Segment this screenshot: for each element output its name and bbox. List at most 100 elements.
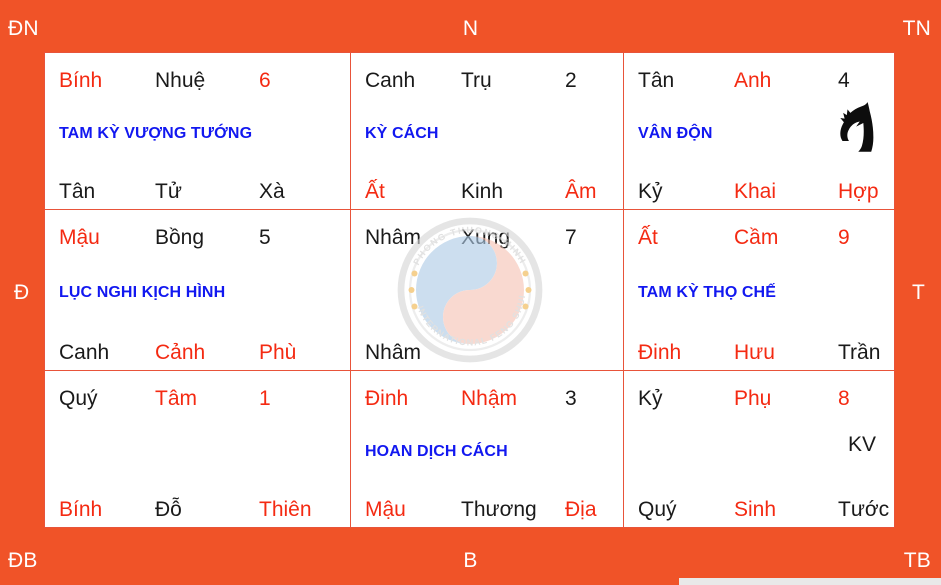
palace-top-row: Nhâm Xung 7: [351, 220, 623, 260]
pattern-label: LỤC NGHI KỊCH HÌNH: [59, 284, 226, 301]
palace-cell[interactable]: Tân Anh 4 VÂN ĐỘN Kỷ Khai Hợp: [624, 53, 894, 210]
nine-star: Bồng: [155, 226, 205, 249]
heaven-stem: Canh: [365, 69, 416, 92]
earth-stem: Quý: [638, 497, 677, 521]
palace-number: 6: [259, 69, 271, 92]
palace-number: 8: [838, 387, 850, 410]
palace-bottom-row: Nhâm: [351, 326, 623, 370]
nine-star: Trụ: [461, 69, 492, 92]
palace-top-row: Kỷ Phụ 8: [624, 381, 894, 421]
eight-door: Thương: [461, 497, 537, 521]
earth-stem: Ất: [365, 179, 385, 203]
chart-panel: Bính Nhuệ 6 TAM KỲ VƯỢNG TƯỚNG Tân Tử Xà Canh Tr…: [44, 52, 895, 528]
palace-cell[interactable]: Ất Cầm 9 TAM KỲ THỌ CHẾ Đinh Hưu Trần: [624, 210, 894, 371]
eight-spirit: Phù: [259, 340, 297, 364]
palace-number: 1: [259, 387, 271, 410]
nine-star: Phụ: [734, 387, 772, 410]
palace-top-row: Canh Trụ 2: [351, 63, 623, 103]
palace-number: 7: [565, 226, 577, 249]
palace-cell[interactable]: Mậu Bồng 5 LỤC NGHI KỊCH HÌNH Canh Cảnh Phù: [45, 210, 351, 371]
palace-middle-row: TAM KỲ THỌ CHẾ: [624, 273, 894, 313]
eight-door: Hưu: [734, 340, 775, 364]
palace-number: 9: [838, 226, 850, 249]
pattern-label: HOAN DỊCH CÁCH: [365, 443, 508, 460]
palace-bottom-row: Ất Kinh Âm: [351, 165, 623, 209]
direction-label-east: Đ: [14, 281, 30, 304]
earth-stem: Đinh: [638, 340, 682, 364]
palace-cell[interactable]: Kỷ Phụ 8 Quý Sinh Tước KV: [624, 371, 894, 527]
earth-stem: Bính: [59, 497, 103, 521]
palace-grid: Bính Nhuệ 6 TAM KỲ VƯỢNG TƯỚNG Tân Tử Xà Canh Tr…: [45, 53, 894, 527]
palace-middle-row: TAM KỲ VƯỢNG TƯỚNG: [45, 114, 350, 154]
nine-star: Anh: [734, 69, 772, 92]
palace-cell[interactable]: Nhâm Xung 7 Nhâm: [351, 210, 624, 371]
heaven-stem: Đinh: [365, 387, 409, 410]
palace-middle-row: KỲ CÁCH: [351, 114, 623, 154]
palace-number: 2: [565, 69, 577, 92]
eight-spirit: Thiên: [259, 497, 312, 521]
palace-bottom-row: Bính Đỗ Thiên: [45, 483, 350, 527]
pattern-label: KỲ CÁCH: [365, 125, 439, 142]
palace-top-row: Quý Tâm 1: [45, 381, 350, 421]
palace-middle-row: [45, 432, 350, 472]
direction-label-west: T: [911, 281, 925, 304]
eight-door: Sinh: [734, 497, 777, 521]
eight-door: Tử: [155, 179, 182, 203]
eight-door: Kinh: [461, 179, 504, 203]
palace-top-row: Bính Nhuệ 6: [45, 63, 350, 103]
eight-spirit: Địa: [565, 497, 597, 521]
earth-stem: Nhâm: [365, 340, 422, 364]
nine-star: Nhuệ: [155, 69, 206, 92]
palace-bottom-row: Tân Tử Xà: [45, 165, 350, 209]
palace-middle-row: HOAN DỊCH CÁCH: [351, 432, 623, 472]
earth-stem: Mậu: [365, 497, 406, 521]
palace-bottom-row: Canh Cảnh Phù: [45, 326, 350, 370]
nine-star: Tâm: [155, 387, 197, 410]
heaven-stem: Ất: [638, 226, 658, 249]
pattern-label: VÂN ĐỘN: [638, 125, 713, 142]
eight-spirit: Trần: [838, 340, 881, 364]
direction-label-north: B: [463, 549, 478, 572]
bottom-strip: [679, 578, 941, 585]
palace-bottom-row: Mậu Thương Địa: [351, 483, 623, 527]
palace-bottom-row: Quý Sinh Tước: [624, 483, 894, 527]
pattern-label: TAM KỲ THỌ CHẾ: [638, 284, 776, 301]
direction-label-southwest: TN: [902, 17, 931, 40]
nine-star: Cầm: [734, 226, 779, 249]
eight-door: Khai: [734, 179, 777, 203]
palace-number: 4: [838, 69, 850, 92]
heaven-stem: Kỷ: [638, 387, 663, 410]
heaven-stem: Quý: [59, 387, 98, 410]
palace-number: 3: [565, 387, 577, 410]
palace-bottom-row: Đinh Hưu Trần: [624, 326, 894, 370]
palace-top-row: Ất Cầm 9: [624, 220, 894, 260]
eight-spirit: Xà: [259, 179, 285, 203]
eight-door: Cảnh: [155, 340, 206, 364]
palace-cell[interactable]: Canh Trụ 2 KỲ CÁCH Ất Kinh Âm: [351, 53, 624, 210]
horse-head-icon: [840, 102, 874, 152]
qimen-chart-page: ĐN N TN Đ T ĐB B TB Bính Nhuệ 6 TAM KỲ VƯỢN…: [0, 0, 941, 585]
earth-stem: Tân: [59, 179, 96, 203]
kv-marker: KV: [847, 433, 876, 456]
heaven-stem: Bính: [59, 69, 103, 92]
palace-middle-row: LỤC NGHI KỊCH HÌNH: [45, 273, 350, 313]
eight-spirit: Tước: [838, 497, 890, 521]
palace-middle-row: [351, 273, 623, 313]
eight-spirit: Âm: [565, 179, 597, 203]
earth-stem: Canh: [59, 340, 110, 364]
palace-cell[interactable]: Bính Nhuệ 6 TAM KỲ VƯỢNG TƯỚNG Tân Tử Xà: [45, 53, 351, 210]
eight-door: Đỗ: [155, 497, 182, 521]
pattern-label: TAM KỲ VƯỢNG TƯỚNG: [59, 125, 253, 142]
palace-bottom-row: Kỷ Khai Hợp: [624, 165, 894, 209]
palace-cell[interactable]: Quý Tâm 1 Bính Đỗ Thiên: [45, 371, 351, 527]
palace-cell[interactable]: Đinh Nhậm 3 HOAN DỊCH CÁCH Mậu Thương Địa: [351, 371, 624, 527]
heaven-stem: Tân: [638, 69, 675, 92]
direction-label-northwest: TB: [903, 549, 931, 572]
heaven-stem: Mậu: [59, 226, 100, 249]
palace-top-row: Tân Anh 4: [624, 63, 894, 103]
palace-top-row: Mậu Bồng 5: [45, 220, 350, 260]
earth-stem: Kỷ: [638, 179, 663, 203]
nine-star: Nhậm: [461, 387, 518, 410]
eight-spirit: Hợp: [838, 179, 879, 203]
heaven-stem: Nhâm: [365, 226, 422, 249]
